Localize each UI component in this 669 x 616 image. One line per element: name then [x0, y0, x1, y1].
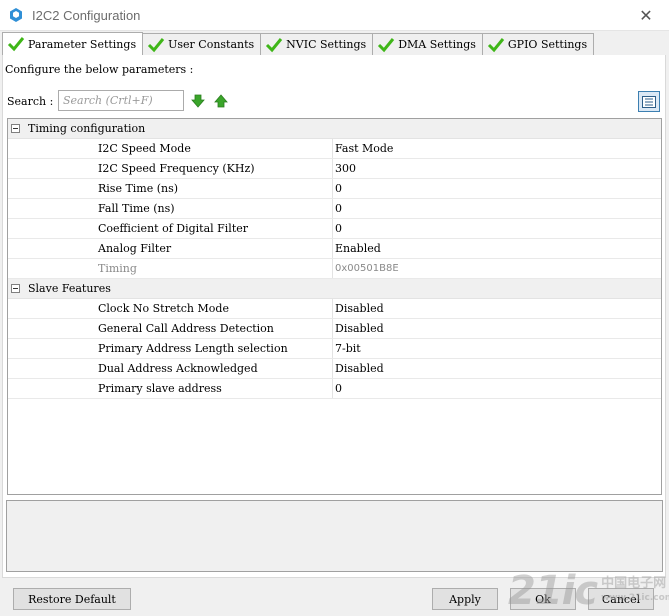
param-name: Rise Time (ns) — [8, 179, 333, 198]
param-value[interactable]: 7-bit — [333, 342, 361, 355]
param-value[interactable]: Disabled — [333, 322, 384, 335]
list-view-button[interactable] — [638, 91, 660, 112]
tab-parameter-settings[interactable]: Parameter Settings — [2, 32, 144, 55]
param-value[interactable]: 0 — [333, 222, 342, 235]
tab-label: DMA Settings — [398, 38, 476, 51]
table-row[interactable]: Primary Address Length selection 7-bit — [8, 339, 661, 359]
restore-default-button[interactable]: Restore Default — [13, 588, 131, 610]
ok-button[interactable]: Ok — [510, 588, 576, 610]
tab-label: Parameter Settings — [28, 37, 137, 51]
check-icon — [148, 37, 165, 52]
table-row[interactable]: I2C Speed Mode Fast Mode — [8, 139, 661, 159]
arrow-up-icon[interactable] — [214, 94, 228, 108]
table-row[interactable]: Analog Filter Enabled — [8, 239, 661, 259]
param-value[interactable]: 0 — [333, 182, 342, 195]
parameter-table: Timing configuration I2C Speed Mode Fast … — [7, 118, 662, 495]
list-view-icon — [642, 95, 656, 108]
param-value[interactable]: Enabled — [333, 242, 381, 255]
search-input[interactable] — [58, 90, 184, 111]
param-value[interactable]: 0 — [333, 382, 342, 395]
param-value: 0x00501B8E — [335, 263, 399, 274]
param-name: Analog Filter — [8, 239, 333, 258]
table-row[interactable]: Fall Time (ns) 0 — [8, 199, 661, 219]
tab-dma-settings[interactable]: DMA Settings — [372, 33, 483, 55]
tab-nvic-settings[interactable]: NVIC Settings — [260, 33, 374, 55]
description-box — [6, 500, 663, 572]
table-row: Timing 0x00501B8E — [8, 259, 661, 279]
tab-label: GPIO Settings — [507, 38, 588, 51]
table-row[interactable]: Primary slave address 0 — [8, 379, 661, 399]
param-name: Primary Address Length selection — [8, 339, 333, 358]
table-row[interactable]: I2C Speed Frequency (KHz) 300 — [8, 159, 661, 179]
param-name: Timing — [8, 259, 333, 278]
apply-button[interactable]: Apply — [432, 588, 498, 610]
table-row[interactable]: Coefficient of Digital Filter 0 — [8, 219, 661, 239]
param-value[interactable]: 0 — [333, 202, 342, 215]
table-row[interactable]: Clock No Stretch Mode Disabled — [8, 299, 661, 319]
param-name: Fall Time (ns) — [8, 199, 333, 218]
section-header-timing[interactable]: Timing configuration — [8, 119, 661, 139]
close-button[interactable]: ✕ — [623, 0, 669, 31]
search-label: Search : — [7, 95, 54, 108]
collapse-icon[interactable] — [11, 124, 20, 133]
collapse-icon[interactable] — [11, 284, 20, 293]
configure-label: Configure the below parameters : — [5, 63, 194, 76]
tab-label: NVIC Settings — [286, 38, 367, 51]
cube-app-icon — [10, 8, 22, 22]
close-icon: ✕ — [639, 6, 653, 25]
tab-label: User Constants — [168, 38, 255, 51]
bottom-divider — [2, 577, 666, 578]
param-name: I2C Speed Mode — [8, 139, 333, 158]
param-value[interactable]: Fast Mode — [333, 142, 393, 155]
check-icon — [487, 37, 505, 52]
check-icon — [378, 37, 395, 52]
check-icon — [7, 37, 25, 52]
arrow-down-icon[interactable] — [191, 94, 205, 108]
table-row[interactable]: General Call Address Detection Disabled — [8, 319, 661, 339]
section-header-slave[interactable]: Slave Features — [8, 279, 661, 299]
param-name: Clock No Stretch Mode — [8, 299, 333, 318]
window-title: I2C2 Configuration — [32, 7, 141, 23]
title-bar: I2C2 Configuration ✕ — [0, 0, 669, 31]
param-name: Dual Address Acknowledged — [8, 359, 333, 378]
table-row[interactable]: Dual Address Acknowledged Disabled — [8, 359, 661, 379]
tab-gpio-settings[interactable]: GPIO Settings — [481, 33, 595, 55]
param-value[interactable]: Disabled — [333, 302, 384, 315]
param-name: Coefficient of Digital Filter — [8, 219, 333, 238]
tab-user-constants[interactable]: User Constants — [142, 33, 262, 55]
check-icon — [266, 37, 283, 52]
param-name: I2C Speed Frequency (KHz) — [8, 159, 333, 178]
tab-strip: Parameter Settings User Constants NVIC S… — [2, 32, 595, 55]
param-value[interactable]: 300 — [333, 162, 356, 175]
cancel-button[interactable]: Cancel — [588, 588, 654, 610]
param-name: Primary slave address — [8, 379, 333, 398]
param-name: General Call Address Detection — [8, 319, 333, 338]
table-row[interactable]: Rise Time (ns) 0 — [8, 179, 661, 199]
param-value[interactable]: Disabled — [333, 362, 384, 375]
section-title: Timing configuration — [28, 122, 146, 135]
section-title: Slave Features — [28, 282, 111, 295]
